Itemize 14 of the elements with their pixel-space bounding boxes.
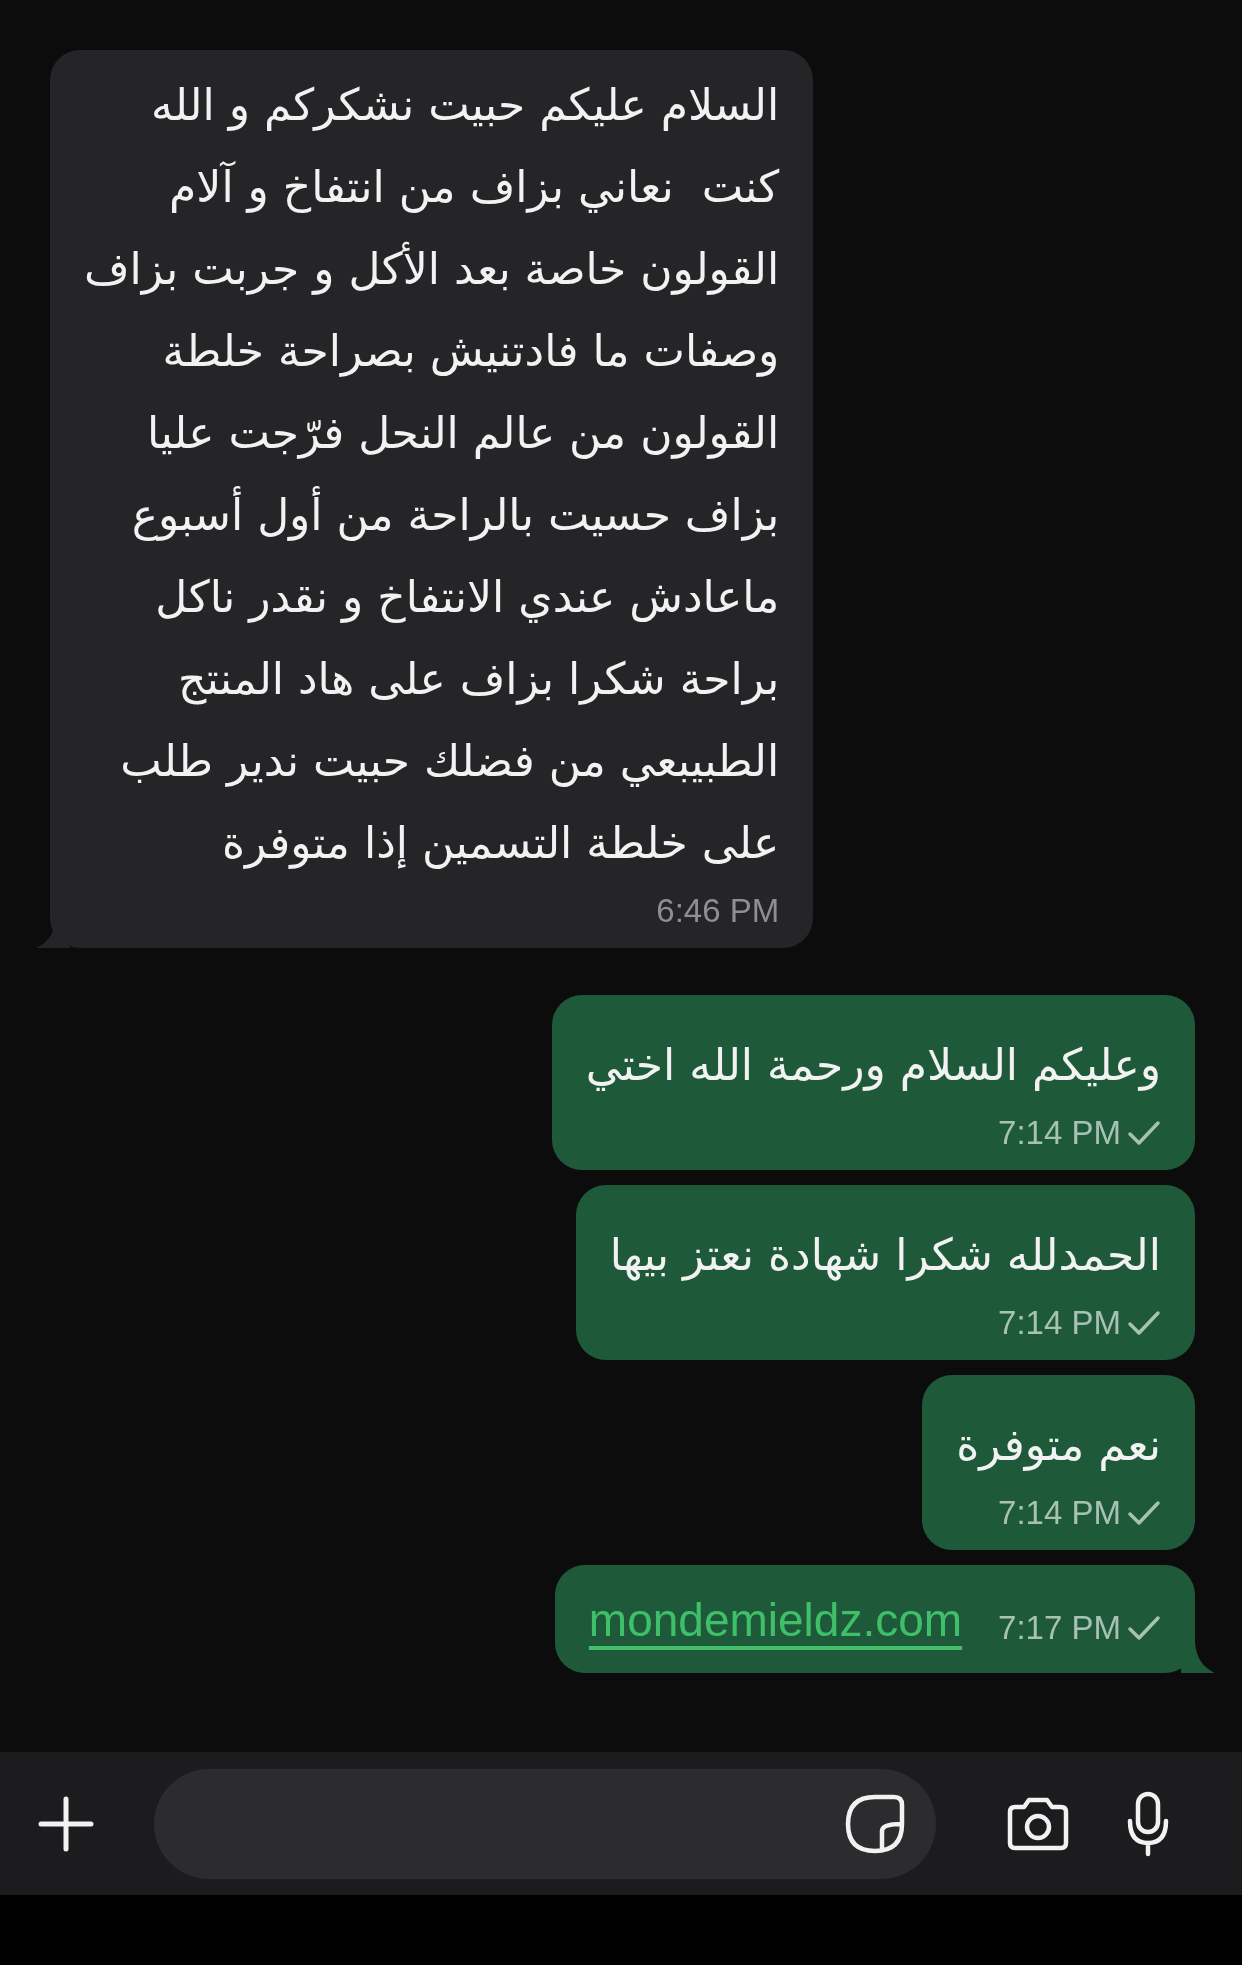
microphone-icon[interactable] [1126, 1790, 1170, 1857]
message-text: وعليكم السلام ورحمة الله اختي [585, 1038, 1161, 1093]
message-text: السلام عليكم حبيت نشكركم و الله كنت نعاني بزاف من انتفاخ و آلام القولون خاصة بعد الأكل و جربت بزاف وصفات ما فادتنيش بصراحة خلطة القولون من عالم النحل فرّجت عليا بزاف حسيت بالراحة من أول أسبوع ماعادش عندي الانتفاخ و نقدر ناكل براحة شكرا بزاف على هاد المنتج الطبيبعي من فضلك حبيت ندير طلب على خلطة التسمين إذا متوفرة [84, 78, 780, 871]
sticker-icon[interactable] [844, 1792, 906, 1855]
message-time: 7:14 PM [998, 1304, 1121, 1342]
message-time: 7:17 PM [998, 1609, 1121, 1647]
website-link[interactable]: mondemieldz.com [588, 1593, 963, 1647]
camera-icon[interactable] [1006, 1795, 1070, 1852]
plus-icon[interactable] [38, 1795, 94, 1852]
message-text: الحمدلله شكرا شهادة نعتز بيها [609, 1228, 1161, 1283]
message-text: نعم متوفرة [956, 1418, 1161, 1473]
message-time: 7:14 PM [998, 1494, 1121, 1532]
message-time: 7:14 PM [998, 1114, 1121, 1152]
message-time: 6:46 PM [656, 892, 780, 930]
